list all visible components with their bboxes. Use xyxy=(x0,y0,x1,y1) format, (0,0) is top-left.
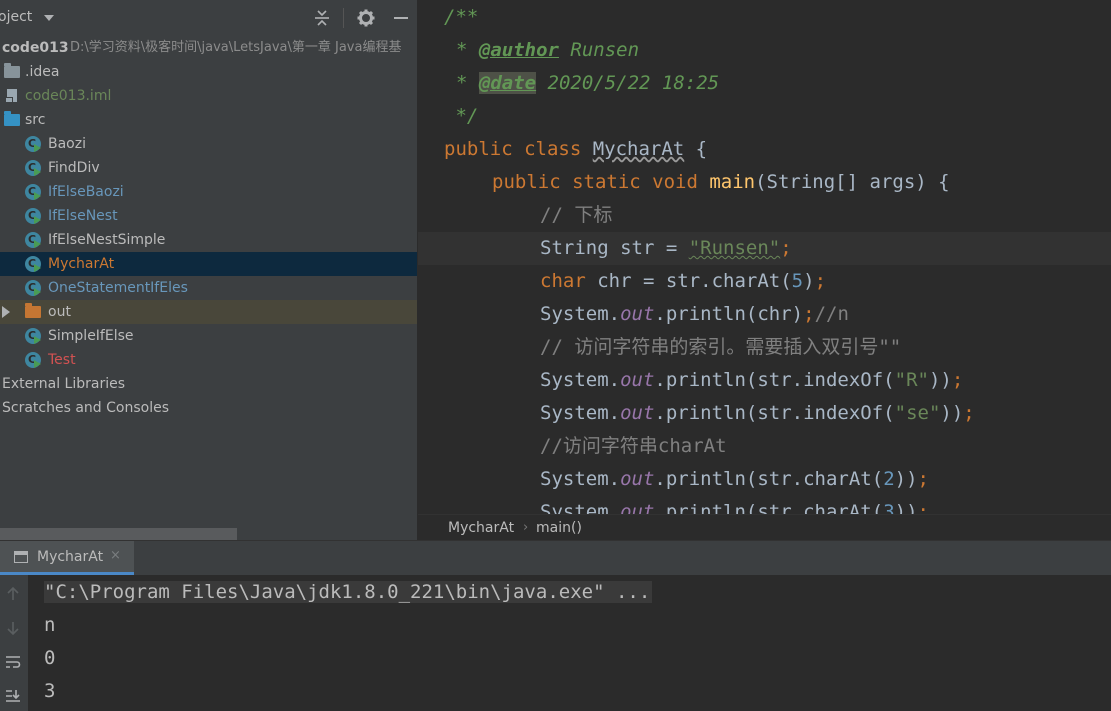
tree-item-label: src xyxy=(25,112,46,128)
code-line-11: // 访问字符串的索引。需要插入双引号"" xyxy=(540,336,902,358)
code-line-9: char chr = str.charAt(5); xyxy=(540,270,827,292)
horizontal-scrollbar[interactable] xyxy=(0,528,237,540)
console-output-line: 3 xyxy=(44,680,56,702)
hide-panel-icon[interactable] xyxy=(391,8,411,28)
header-divider xyxy=(343,8,344,28)
tree-item-scratches[interactable]: Scratches and Consoles xyxy=(0,396,417,420)
module-path: D:\学习资料\极客时间\java\LetsJava\第一章 Java编程基 xyxy=(70,40,402,55)
class-icon xyxy=(25,324,41,348)
tree-item-src[interactable]: src xyxy=(0,108,417,132)
class-icon xyxy=(25,348,41,372)
project-tool-window: oject code013 D:\学习资料\极客时间\java\LetsJava… xyxy=(0,0,417,540)
tree-item-code013[interactable]: code013 D:\学习资料\极客时间\java\LetsJava\第一章 J… xyxy=(0,36,417,60)
code-line-3: * @date 2020/5/22 18:25 xyxy=(456,72,720,94)
module-name: code013 xyxy=(2,40,69,56)
console-output-line: n xyxy=(44,614,56,636)
code-line-12: System.out.println(str.indexOf("R")); xyxy=(540,369,964,391)
code-line-6: public static void main(String[] args) { xyxy=(492,171,950,193)
code-line-2: * @author Runsen xyxy=(456,39,640,61)
class-icon xyxy=(25,180,41,204)
tab-mycharat[interactable]: MycharAt × xyxy=(0,541,134,575)
soft-wrap-icon[interactable] xyxy=(4,653,22,671)
class-icon xyxy=(25,228,41,252)
tree-item-ifelsebaozi[interactable]: IfElseBaozi xyxy=(0,180,417,204)
code-line-7: // 下标 xyxy=(540,204,613,226)
tree-item-label: OneStatementIfEles xyxy=(48,280,188,296)
tree-item-label: out xyxy=(48,304,71,320)
close-icon[interactable]: × xyxy=(110,548,121,563)
project-panel-header: oject xyxy=(0,0,417,36)
chevron-down-icon[interactable] xyxy=(44,15,54,21)
collapse-all-icon[interactable] xyxy=(312,8,332,28)
tree-item-label: .idea xyxy=(25,64,60,80)
tree-item-idea[interactable]: .idea xyxy=(0,60,417,84)
tree-item-label: Baozi xyxy=(48,136,86,152)
scroll-to-end-icon[interactable] xyxy=(4,687,22,705)
breadcrumb-method[interactable]: main() xyxy=(536,515,582,541)
tree-item-mycharat[interactable]: MycharAt xyxy=(0,252,417,276)
code-line-8: String str = "Runsen"; xyxy=(540,237,792,259)
console-output-line: "C:\Program Files\Java\jdk1.8.0_221\bin\… xyxy=(44,581,653,603)
down-arrow-icon[interactable] xyxy=(4,619,22,637)
tree-item-label: Test xyxy=(48,352,76,368)
tree-item-label: IfElseNestSimple xyxy=(48,232,166,248)
tree-item-finddiv[interactable]: FindDiv xyxy=(0,156,417,180)
console-output-line: 0 xyxy=(44,647,56,669)
class-icon xyxy=(25,132,41,156)
code-line-5: public class MycharAt { xyxy=(444,138,708,160)
tree-item-iml[interactable]: code013.iml xyxy=(0,84,417,108)
tree-item-label: SimpleIfElse xyxy=(48,328,134,344)
tree-item-simpleifelse[interactable]: SimpleIfElse xyxy=(0,324,417,348)
tree-item-test[interactable]: Test xyxy=(0,348,417,372)
module-file-icon xyxy=(5,89,17,103)
run-console-icon xyxy=(14,551,28,563)
tree-item-label: Scratches and Consoles xyxy=(2,400,169,416)
tree-item-onestatementifeles[interactable]: OneStatementIfEles xyxy=(0,276,417,300)
tree-item-baozi[interactable]: Baozi xyxy=(0,132,417,156)
tree-item-label: code013.iml xyxy=(25,88,112,104)
run-tab-label: MycharAt xyxy=(37,549,104,565)
code-editor[interactable]: /** * @author Runsen * @date 2020/5/22 1… xyxy=(418,0,1111,514)
tree-item-ifelsenest[interactable]: IfElseNest xyxy=(0,204,417,228)
folder-icon xyxy=(4,63,20,80)
run-toolbar xyxy=(0,575,28,711)
tree-item-label: IfElseNest xyxy=(48,208,118,224)
tree-item-label: External Libraries xyxy=(2,376,125,392)
code-line-13: System.out.println(str.indexOf("se")); xyxy=(540,402,975,424)
source-folder-icon xyxy=(4,111,20,128)
class-icon xyxy=(25,204,41,228)
tree-item-label: MycharAt xyxy=(48,256,115,272)
code-line-4: */ xyxy=(444,105,479,127)
tree-item-label: FindDiv xyxy=(48,160,100,176)
tree-item-external-libraries[interactable]: External Libraries xyxy=(0,372,417,396)
run-tab-bar: MycharAt × xyxy=(0,541,1111,575)
class-icon xyxy=(25,252,41,276)
tree-item-out[interactable]: out xyxy=(0,300,417,324)
code-line-10: System.out.println(chr);//n xyxy=(540,303,849,325)
excluded-folder-icon xyxy=(25,303,41,320)
gear-icon[interactable] xyxy=(356,8,376,28)
tree-item-ifelsenestsimple[interactable]: IfElseNestSimple xyxy=(0,228,417,252)
code-line-14: //访问字符串charAt xyxy=(540,435,727,457)
project-view-selector[interactable]: oject xyxy=(0,9,32,25)
code-line-16: System.out.println(str.charAt(3)); xyxy=(540,501,929,514)
code-line-15: System.out.println(str.charAt(2)); xyxy=(540,468,929,490)
breadcrumb-separator: › xyxy=(523,520,529,535)
code-line-1: /** xyxy=(444,6,479,28)
tree-item-label: IfElseBaozi xyxy=(48,184,124,200)
run-tool-window: MycharAt × "C:\Program Files\Java\jdk1.8… xyxy=(0,540,1111,711)
breadcrumb: MycharAt › main() xyxy=(418,514,1111,540)
class-icon xyxy=(25,156,41,180)
chevron-right-icon[interactable] xyxy=(2,306,10,318)
up-arrow-icon[interactable] xyxy=(4,585,22,603)
breadcrumb-class[interactable]: MycharAt xyxy=(448,515,514,541)
class-icon xyxy=(25,276,41,300)
